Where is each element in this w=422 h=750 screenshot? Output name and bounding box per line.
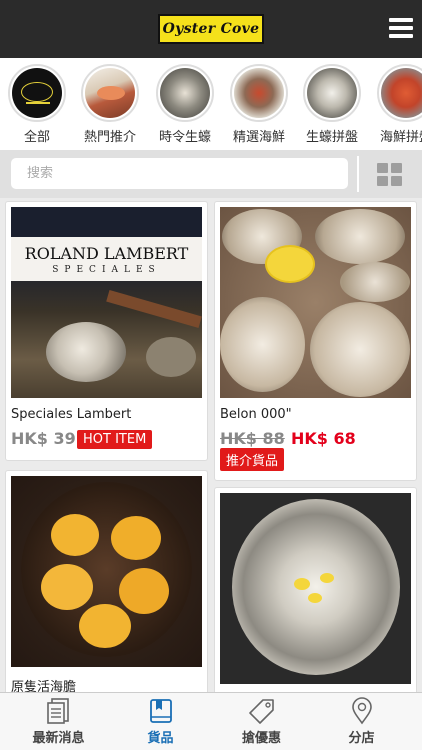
category-strip: 全部 熱門推介 時令生蠔 精選海鮮 生蠔拼盤 海鮮拼盤 bbox=[0, 58, 422, 150]
nav-label: 貨品 bbox=[147, 731, 174, 746]
search-input[interactable] bbox=[11, 158, 348, 189]
book-icon bbox=[149, 699, 172, 723]
app-header: Oyster Cove bbox=[0, 0, 422, 58]
logo-text: Oyster Cove bbox=[162, 21, 260, 37]
category-all[interactable]: 全部 bbox=[4, 64, 70, 145]
product-image: ROLAND LAMBERT SPECIALES bbox=[11, 207, 202, 398]
product-card[interactable] bbox=[214, 487, 417, 710]
recommended-badge: 推介貨品 bbox=[220, 448, 285, 471]
category-oyster-platter[interactable]: 生蠔拼盤 bbox=[299, 64, 365, 145]
tag-icon bbox=[248, 699, 274, 724]
nav-products[interactable]: 貨品 bbox=[108, 693, 213, 750]
image-text: SPECIALES bbox=[52, 265, 161, 275]
product-card[interactable]: 原隻活海膽 bbox=[5, 470, 208, 710]
product-old-price: HK$ 88 bbox=[220, 429, 285, 448]
location-pin-icon bbox=[351, 697, 372, 725]
category-label: 熱門推介 bbox=[83, 130, 136, 145]
image-text: ROLAND LAMBERT bbox=[24, 244, 189, 263]
product-card[interactable]: Belon 000" HK$ 88 HK$ 68 推介貨品 bbox=[214, 201, 417, 481]
divider bbox=[357, 156, 359, 192]
product-image bbox=[11, 476, 202, 667]
product-image bbox=[220, 207, 411, 398]
nav-news[interactable]: 最新消息 bbox=[6, 693, 111, 750]
oyster-cove-logo[interactable]: Oyster Cove bbox=[158, 14, 264, 44]
category-seasonal-oysters[interactable]: 時令生蠔 bbox=[152, 64, 218, 145]
category-label: 全部 bbox=[23, 130, 50, 145]
category-label: 海鮮拼盤 bbox=[379, 130, 422, 145]
nav-label: 分店 bbox=[348, 731, 375, 746]
product-name: Speciales Lambert bbox=[11, 407, 132, 422]
nav-label: 最新消息 bbox=[32, 731, 85, 746]
search-bar bbox=[0, 150, 422, 198]
product-price: HK$ 39 bbox=[11, 429, 76, 448]
category-seafood[interactable]: 精選海鮮 bbox=[226, 64, 292, 145]
category-seafood-platter[interactable]: 海鮮拼盤 bbox=[373, 64, 422, 145]
hot-item-badge: HOT ITEM bbox=[77, 430, 153, 449]
product-card[interactable]: ROLAND LAMBERT SPECIALES Speciales Lambe… bbox=[5, 201, 208, 461]
product-sale-price: HK$ 68 bbox=[291, 429, 356, 448]
nav-deals[interactable]: 搶優惠 bbox=[209, 693, 314, 750]
news-icon bbox=[46, 698, 69, 724]
category-label: 生蠔拼盤 bbox=[305, 130, 358, 145]
nav-label: 搶優惠 bbox=[241, 731, 281, 746]
product-image bbox=[220, 493, 411, 684]
bottom-nav: 最新消息 貨品 搶優惠 分店 bbox=[0, 692, 422, 750]
category-hot[interactable]: 熱門推介 bbox=[77, 64, 143, 145]
hamburger-icon[interactable] bbox=[389, 18, 413, 38]
nav-branches[interactable]: 分店 bbox=[309, 693, 414, 750]
category-label: 精選海鮮 bbox=[232, 130, 285, 145]
product-name: Belon 000" bbox=[220, 407, 292, 422]
category-label: 時令生蠔 bbox=[158, 130, 211, 145]
grid-view-icon[interactable] bbox=[377, 163, 403, 186]
